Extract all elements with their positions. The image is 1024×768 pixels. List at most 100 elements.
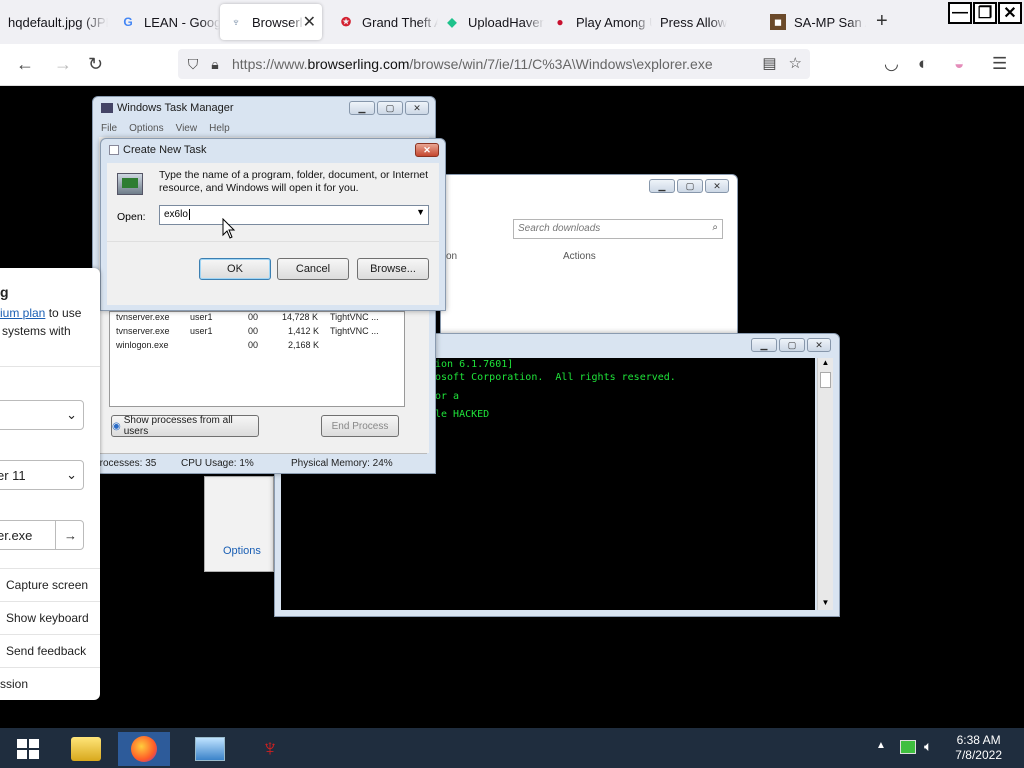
account-icon[interactable]: ◐ [918, 54, 928, 74]
tab-gta[interactable]: ✪ Grand Theft Auto [338, 4, 438, 40]
new-tab-button[interactable]: + [876, 10, 888, 33]
chevron-down-icon: ⌄ [66, 467, 77, 482]
end-process-button[interactable]: End Process [321, 415, 399, 437]
run-program-icon [117, 173, 143, 195]
clock-date: 7/8/2022 [955, 748, 1002, 762]
back-button[interactable]: ← [16, 54, 34, 75]
close-icon[interactable]: ✕ [705, 179, 729, 193]
remote-desktop[interactable]: Options ▁ ▢ ✕ Search downloads ⌕ tion Ac… [84, 86, 940, 728]
amongus-icon: ● [556, 15, 564, 29]
premium-plan-link[interactable]: ium plan [0, 306, 45, 320]
minimize-icon[interactable]: ▁ [751, 338, 777, 352]
taskbar-firefox[interactable] [118, 732, 170, 766]
folder-icon [71, 737, 101, 761]
lock-icon[interactable]: 🔒︎ [204, 56, 226, 73]
rockstar-icon: ✪ [340, 15, 352, 29]
window-controls: ▁ ▢ ✕ [751, 338, 831, 352]
extension-icon[interactable]: ◒ [954, 54, 964, 74]
capture-screen-button[interactable]: Capture screen [0, 568, 100, 601]
console-line: osoft Corporation. All rights reserved. [435, 372, 676, 383]
status-processes: Processes: 35 [93, 458, 157, 469]
forward-button[interactable]: → [54, 54, 72, 75]
tab-label: SA-MP San Andreas [794, 14, 866, 30]
show-keyboard-button[interactable]: Show keyboard [0, 601, 100, 634]
pocket-icon[interactable]: ◡ [884, 54, 899, 74]
minimize-icon[interactable]: ▁ [349, 101, 375, 115]
tab-hqdefault[interactable]: hqdefault.jpg (JPEG [8, 4, 108, 40]
menu-view[interactable]: View [176, 123, 198, 134]
end-session-button[interactable]: ssion [0, 667, 100, 700]
promo-text-line2: systems with [2, 324, 71, 338]
clock-time: 6:38 AM [956, 733, 1001, 747]
show-all-processes-button[interactable]: ◉ Show processes from all users [111, 415, 259, 437]
browse-button[interactable]: Browse... [357, 258, 429, 280]
options-link[interactable]: Options [223, 545, 261, 557]
panel-heading: g [0, 284, 9, 300]
close-icon[interactable]: ✕ [415, 143, 439, 157]
taskbar-app[interactable]: ♆ [244, 732, 296, 766]
cancel-button[interactable]: Cancel [277, 258, 349, 280]
close-icon[interactable]: ✕ [405, 101, 429, 115]
google-icon: G [123, 15, 133, 29]
url-text[interactable]: https://www.browserling.com/browse/win/7… [232, 56, 713, 72]
maximize-icon[interactable]: ▢ [779, 338, 805, 352]
window-controls: ✕ [415, 143, 439, 157]
minimize-button[interactable]: — [948, 2, 972, 24]
console-scrollbar[interactable]: ▲ ▼ [817, 358, 833, 610]
chevron-down-icon[interactable]: ▼ [416, 207, 425, 217]
tab-lean-google[interactable]: G LEAN - Google [120, 4, 220, 40]
shield-icon: ◉ [112, 420, 121, 432]
tab-samp[interactable]: ◼ SA-MP San Andreas [770, 4, 866, 40]
taskbar-task-manager[interactable] [184, 732, 236, 766]
minimize-icon[interactable]: ▁ [649, 179, 675, 193]
maximize-button[interactable]: ❐ [973, 2, 997, 24]
tab-press-allow[interactable]: Press Allow [660, 4, 760, 40]
url-field[interactable]: er.exe → [0, 520, 84, 550]
menu-icon[interactable]: ☰ [992, 54, 1007, 74]
task-manager-icon [101, 103, 113, 113]
tab-label: Grand Theft Auto [362, 14, 438, 30]
window-controls: ▁ ▢ ✕ [349, 101, 429, 115]
bookmark-star-icon[interactable]: ☆ [789, 54, 802, 72]
search-icon: ⌕ [712, 222, 718, 233]
close-icon[interactable]: ✕ [807, 338, 831, 352]
menu-file[interactable]: File [101, 123, 117, 134]
process-list[interactable]: tvnserver.exe user1 00 14,728 K TightVNC… [109, 311, 405, 407]
send-feedback-button[interactable]: Send feedback [0, 634, 100, 667]
maximize-icon[interactable]: ▢ [677, 179, 703, 193]
red-emblem-icon: ♆ [261, 735, 279, 762]
taskbar-clock[interactable]: 6:38 AM 7/8/2022 [955, 733, 1002, 763]
dialog-body: Type the name of a program, folder, docu… [107, 163, 439, 305]
close-window-button[interactable]: ✕ [998, 2, 1022, 24]
tab-browserling[interactable]: ♆ Browserling ✕ [220, 4, 322, 40]
reload-button[interactable]: ↻ [88, 54, 103, 75]
search-downloads-input[interactable]: Search downloads ⌕ [513, 219, 723, 239]
tab-label: Play Among Us [576, 14, 652, 30]
run-icon [109, 145, 119, 155]
url-bar[interactable]: ⛉ 🔒︎ https://www.browserling.com/browse/… [178, 49, 810, 79]
reader-view-icon[interactable]: ▤ [762, 54, 776, 72]
tab-among-us[interactable]: ● Play Among Us [552, 4, 652, 40]
maximize-icon[interactable]: ▢ [377, 101, 403, 115]
console-line: le HACKED [435, 409, 490, 420]
close-tab-icon[interactable]: ✕ [303, 12, 316, 32]
menu-help[interactable]: Help [209, 123, 230, 134]
arrow-right-icon[interactable]: → [55, 521, 77, 549]
status-cpu: CPU Usage: 1% [181, 458, 254, 469]
menu-options[interactable]: Options [129, 123, 163, 134]
network-icon[interactable] [900, 740, 916, 754]
volume-icon[interactable]: 🔈︎ [924, 738, 932, 755]
ok-button[interactable]: OK [199, 258, 271, 280]
start-button[interactable] [0, 732, 56, 766]
mouse-cursor-icon [222, 218, 236, 239]
shield-icon[interactable]: ⛉ [182, 56, 204, 73]
browser-select[interactable]: er 11 ⌄ [0, 460, 84, 490]
taskbar-explorer[interactable] [60, 732, 112, 766]
tab-uploadhaven[interactable]: ◆ UploadHaven [444, 4, 544, 40]
show-hidden-icons[interactable]: ▲ [876, 740, 886, 751]
dialog-title: Create New Task [109, 144, 207, 156]
status-bar: Processes: 35 CPU Usage: 1% Physical Mem… [93, 453, 427, 473]
task-manager-menu: File Options View Help [101, 123, 230, 134]
os-select[interactable]: ⌄ [0, 400, 84, 430]
open-combobox[interactable]: ex6lo ▼ [159, 205, 429, 225]
